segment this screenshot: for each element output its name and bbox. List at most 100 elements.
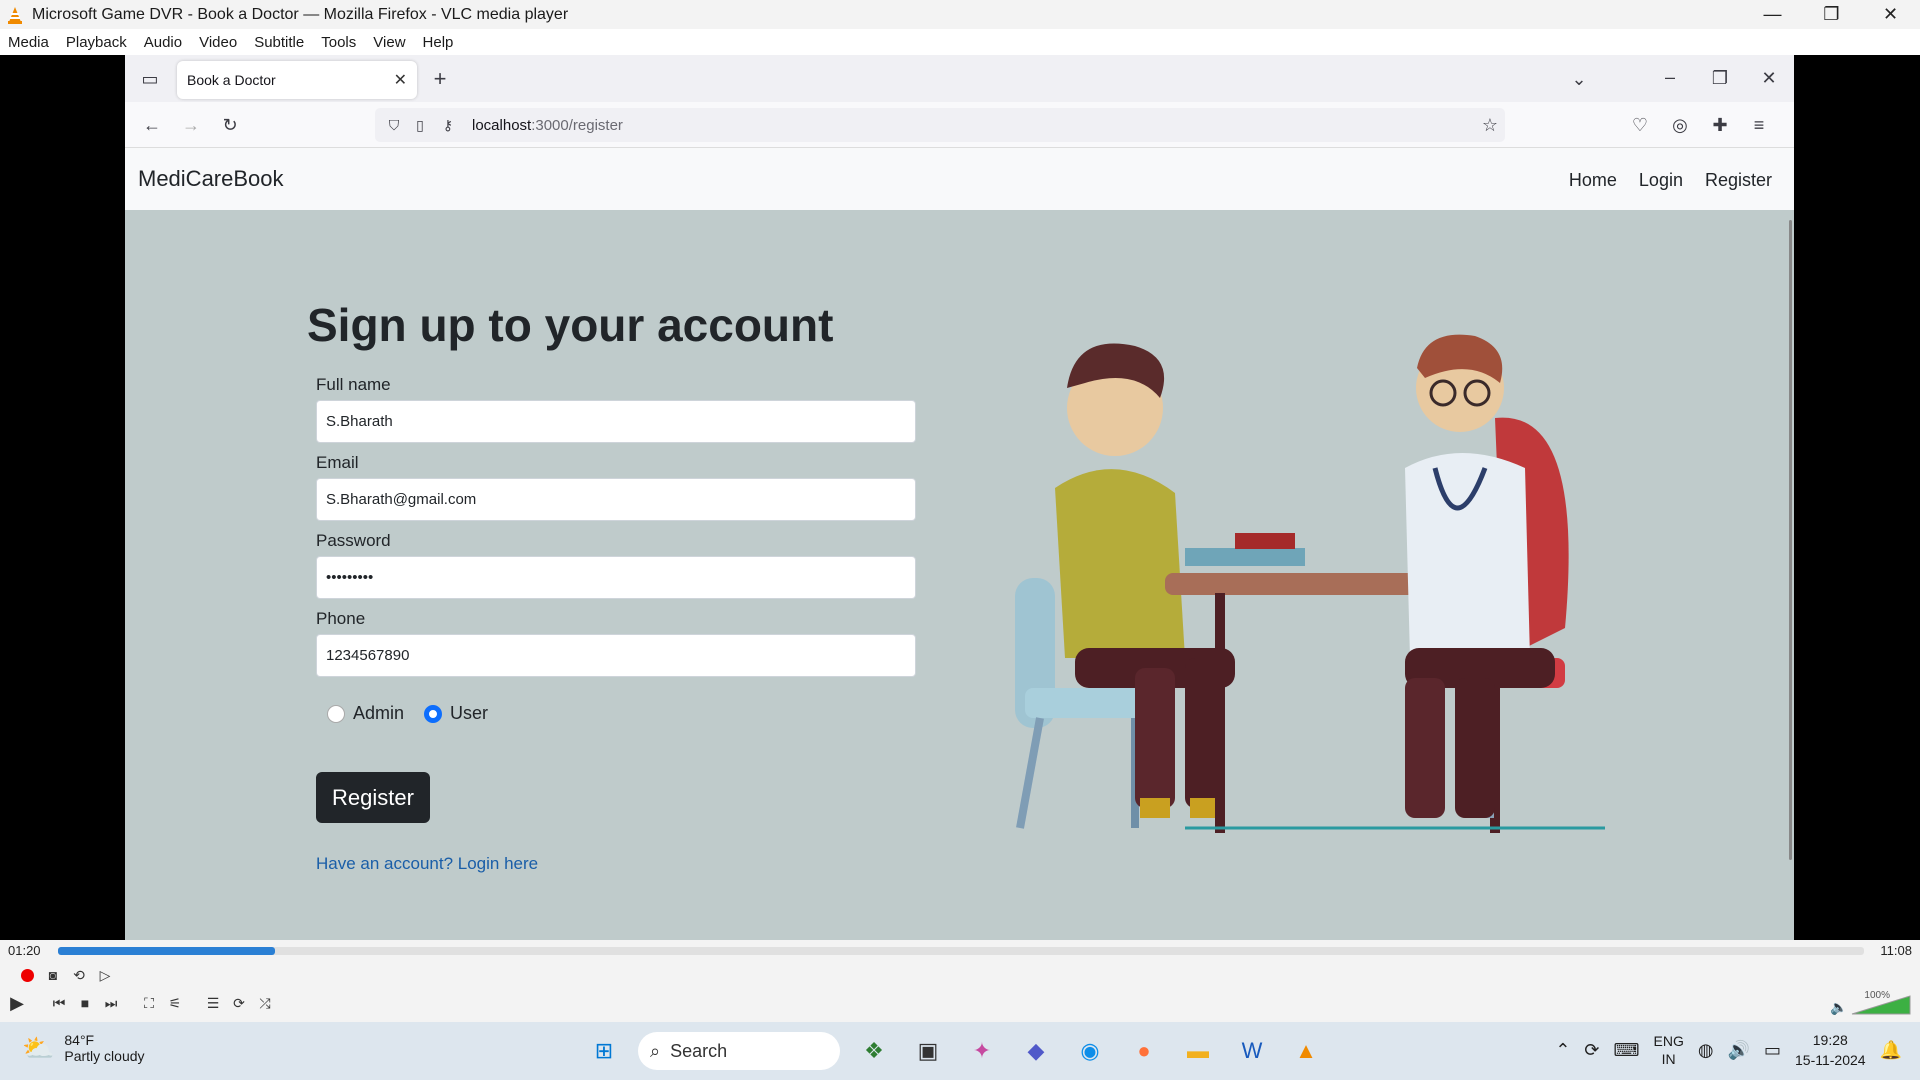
phone-field[interactable]: 1234567890 <box>316 634 916 677</box>
menu-view[interactable]: View <box>365 34 414 51</box>
key-icon[interactable]: ⚷ <box>433 110 463 140</box>
admin-radio-label[interactable]: Admin <box>353 703 404 724</box>
fullscreen-icon[interactable]: ⛶ <box>138 992 160 1014</box>
windows-start-icon[interactable]: ⊞ <box>584 1031 624 1071</box>
page-title: Sign up to your account <box>307 299 834 351</box>
lang-line2: IN <box>1661 1051 1676 1067</box>
email-field[interactable]: S.Bharath@gmail.com <box>316 478 916 521</box>
menu-audio[interactable]: Audio <box>136 34 191 51</box>
pocket-icon[interactable]: ♡ <box>1625 110 1655 140</box>
weather-widget[interactable]: ⛅ 84°F Partly cloudy <box>22 1032 145 1064</box>
play-icon[interactable]: ▶ <box>6 992 28 1014</box>
previous-icon[interactable]: ⏮ <box>48 992 70 1014</box>
notification-bell-icon[interactable]: 🔔 <box>1880 1040 1902 1061</box>
list-tabs-icon[interactable]: ⌄ <box>1564 64 1594 94</box>
user-radio[interactable] <box>424 704 443 723</box>
keyboard-icon[interactable]: ⌨ <box>1614 1040 1640 1061</box>
bookmark-star-icon[interactable]: ☆ <box>1475 110 1505 140</box>
menu-hamburger-icon[interactable]: ≡ <box>1744 110 1774 140</box>
url-text: localhost:3000/register <box>472 117 623 134</box>
nav-home[interactable]: Home <box>1569 170 1617 191</box>
file-explorer-icon[interactable]: ▬ <box>1178 1031 1218 1071</box>
ff-restore-icon[interactable]: ❐ <box>1705 63 1735 93</box>
edge-icon[interactable]: ◉ <box>1070 1031 1110 1071</box>
menu-playback[interactable]: Playback <box>58 34 136 51</box>
system-tray: ⌃ ⟳ ⌨ ENG IN ◍ 🔊 ▭ 19:28 15-11-2024 🔔 <box>1555 1030 1902 1070</box>
language-indicator[interactable]: ENG IN <box>1654 1032 1684 1068</box>
next-icon[interactable]: ⏭ <box>100 992 122 1014</box>
nav-register[interactable]: Register <box>1705 170 1772 191</box>
page-scrollbar[interactable] <box>1789 220 1792 860</box>
menu-subtitle[interactable]: Subtitle <box>246 34 313 51</box>
close-icon[interactable]: ✕ <box>1861 0 1920 29</box>
maximize-icon[interactable]: ❐ <box>1802 0 1861 29</box>
playlist-icon[interactable]: ☰ <box>202 992 224 1014</box>
nav-login[interactable]: Login <box>1639 170 1683 191</box>
password-field[interactable]: ••••••••• <box>316 556 916 599</box>
weather-icon: ⛅ <box>22 1032 55 1063</box>
forward-icon[interactable]: → <box>176 110 206 140</box>
stop-icon[interactable]: ■ <box>74 992 96 1014</box>
window-controls: — ❐ ✕ <box>1743 0 1920 29</box>
fullname-field[interactable]: S.Bharath <box>316 400 916 443</box>
taskbar-apps: ⊞ ⌕ Search ❖ ▣ ✦ ◆ ◉ ● ▬ W ▲ <box>584 1031 1326 1071</box>
admin-radio[interactable] <box>327 704 345 723</box>
vlc-taskbar-icon[interactable]: ▲ <box>1286 1031 1326 1071</box>
firefox-icon[interactable]: ● <box>1124 1031 1164 1071</box>
menu-video[interactable]: Video <box>191 34 246 51</box>
back-icon[interactable]: ← <box>137 110 167 140</box>
vlc-cone-icon <box>8 6 22 24</box>
network-icon[interactable]: ◍ <box>1698 1040 1714 1061</box>
widgets-icon[interactable]: ❖ <box>854 1031 894 1071</box>
seek-bar[interactable] <box>58 947 1864 955</box>
ff-close-icon[interactable]: ✕ <box>1754 63 1784 93</box>
site-navbar: MediCareBook Home Login Register <box>125 148 1794 210</box>
tab-label: Book a Doctor <box>187 72 276 88</box>
menu-tools[interactable]: Tools <box>313 34 365 51</box>
account-icon[interactable]: ◎ <box>1665 110 1695 140</box>
extended-settings-icon[interactable]: ⚟ <box>164 992 186 1014</box>
tab-strip: ▭ Book a Doctor ✕ + ⌄ – ❐ ✕ <box>125 55 1794 102</box>
minimize-icon[interactable]: — <box>1743 0 1802 29</box>
task-view-icon[interactable]: ▣ <box>908 1031 948 1071</box>
login-link[interactable]: Have an account? Login here <box>316 854 538 874</box>
weather-desc: Partly cloudy <box>64 1048 145 1064</box>
teams-icon[interactable]: ◆ <box>1016 1031 1056 1071</box>
loop-ab-icon[interactable]: ⟲ <box>68 964 90 986</box>
tab-close-icon[interactable]: ✕ <box>394 70 407 90</box>
tab-book-a-doctor[interactable]: Book a Doctor ✕ <box>177 61 417 99</box>
windows-taskbar: ⛅ 84°F Partly cloudy ⊞ ⌕ Search ❖ ▣ ✦ ◆ … <box>0 1022 1920 1080</box>
register-button[interactable]: Register <box>316 772 430 823</box>
user-radio-label[interactable]: User <box>450 703 488 724</box>
word-icon[interactable]: W <box>1232 1031 1272 1071</box>
loop-icon[interactable]: ⟳ <box>228 992 250 1014</box>
nav-links: Home Login Register <box>1569 170 1772 191</box>
menu-help[interactable]: Help <box>415 34 463 51</box>
shuffle-icon[interactable]: ⤮ <box>254 992 276 1014</box>
battery-icon[interactable]: ▭ <box>1764 1040 1781 1061</box>
site-brand[interactable]: MediCareBook <box>138 166 284 192</box>
new-tab-icon[interactable]: + <box>425 64 455 94</box>
menu-media[interactable]: Media <box>0 34 58 51</box>
extensions-icon[interactable]: ✚ <box>1705 110 1735 140</box>
frame-step-icon[interactable]: ▷ <box>94 964 116 986</box>
copilot-icon[interactable]: ✦ <box>962 1031 1002 1071</box>
chevron-up-icon[interactable]: ⌃ <box>1555 1040 1570 1061</box>
search-label: Search <box>670 1040 728 1061</box>
url-bar[interactable]: ⛉ ▯ ⚷ localhost:3000/register ☆ <box>375 108 1505 142</box>
sync-icon[interactable]: ⟳ <box>1584 1040 1599 1061</box>
reload-icon[interactable]: ↻ <box>215 110 245 140</box>
volume-slider[interactable]: 🔈 <box>1830 992 1912 1016</box>
page-icon[interactable]: ▯ <box>405 110 435 140</box>
ff-minimize-icon[interactable]: – <box>1655 62 1685 92</box>
role-radio-group: Admin User <box>327 703 500 724</box>
tab-overview-icon[interactable]: ▭ <box>135 64 165 94</box>
fullname-label: Full name <box>316 375 391 394</box>
nav-toolbar: ← → ↻ ⛉ ▯ ⚷ localhost:3000/register ☆ ♡ … <box>125 102 1794 148</box>
clock[interactable]: 19:28 15-11-2024 <box>1795 1030 1866 1070</box>
record-icon[interactable] <box>16 964 38 986</box>
email-label: Email <box>316 453 359 472</box>
snapshot-icon[interactable]: ◙ <box>42 964 64 986</box>
volume-icon[interactable]: 🔊 <box>1728 1040 1750 1061</box>
taskbar-search[interactable]: ⌕ Search <box>638 1032 840 1070</box>
